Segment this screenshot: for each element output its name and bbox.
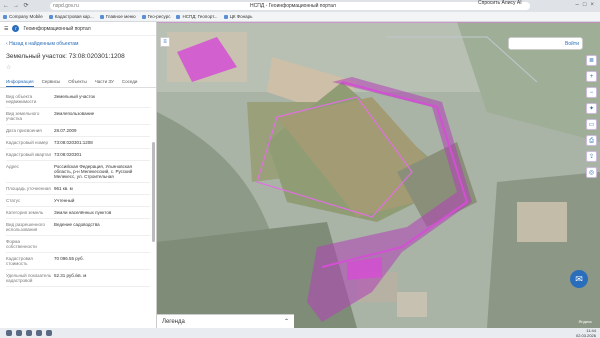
bookmark-icon — [99, 14, 104, 19]
bookmark-item[interactable]: Company Mobile — [3, 14, 43, 19]
bookmark-item[interactable]: Гео-ресурс — [141, 14, 170, 19]
bookmark-item[interactable]: Главное меню — [99, 14, 136, 19]
plus-icon[interactable]: + — [586, 71, 597, 82]
globe-icon[interactable]: ◎ — [586, 167, 597, 178]
panel-tabs: Информация Сервисы Объекты Части ЗУ Сосе… — [0, 79, 156, 88]
attribute-row: Площадь уточненная 961 кв. м — [6, 183, 150, 195]
alice-assistant-button[interactable]: Спросить Алису AI — [478, 0, 522, 6]
app-icon[interactable] — [46, 330, 52, 336]
minus-icon[interactable]: − — [586, 87, 597, 98]
search-box[interactable]: Войти — [508, 37, 583, 50]
bookmarks-bar: Company Mobile Кадастровая кар... Главно… — [0, 12, 600, 22]
address-bar[interactable]: nspd.gov.ru НСПД - Геоинформационный пор… — [50, 2, 530, 10]
bookmark-item[interactable]: ЦК Фонарь — [223, 14, 253, 19]
browser-tabbar: ← → ⟳ nspd.gov.ru НСПД - Геоинформационн… — [0, 0, 600, 12]
panel-header: ☰ Г Геоинформационный портал — [0, 22, 156, 36]
share-icon[interactable]: ⇪ — [586, 151, 597, 162]
attribute-row: Статус Учтенный — [6, 195, 150, 207]
clock-date: 02.03.2026 — [575, 333, 596, 338]
ruler-icon[interactable]: ▭ — [586, 119, 597, 130]
bookmark-icon — [48, 14, 53, 19]
bookmark-item[interactable]: Кадастровая кар... — [48, 14, 94, 19]
map-view[interactable]: ≡ Войти ≣ + − ✦ ▭ ⎙ ⇪ ◎ ✉ Легенда ⌃ Янде… — [157, 22, 600, 328]
satellite-imagery — [157, 22, 600, 328]
object-title: Земельный участок: 73:08:020301:1208 — [6, 53, 125, 60]
browser-page-title: НСПД - Геоинформационный портал — [250, 3, 336, 9]
legend-label: Легенда — [162, 318, 185, 325]
attribute-list: Вид объекта недвижимости Земельный участо… — [0, 88, 156, 290]
tab-neighbors[interactable]: Соседи — [122, 79, 138, 87]
portal-logo-icon: Г — [12, 25, 20, 32]
attribute-row: Категория земель Земли населённых пунктов — [6, 207, 150, 219]
chat-assistant-button[interactable]: ✉ — [570, 270, 588, 288]
window-controls[interactable]: –□× — [576, 2, 598, 8]
legend-bar[interactable]: Легенда ⌃ — [157, 314, 294, 328]
bookmark-icon — [223, 14, 228, 19]
map-toolbar: ≣ + − ✦ ▭ ⎙ ⇪ ◎ — [586, 55, 597, 178]
info-panel: ☰ Г Геоинформационный портал ‹ Назад к н… — [0, 22, 157, 328]
tab-info[interactable]: Информация — [6, 79, 34, 87]
attribute-row: Кадастровый номер 73:08:020301:1208 — [6, 137, 150, 149]
search-icon[interactable] — [16, 330, 22, 336]
compass-icon[interactable]: ✦ — [586, 103, 597, 114]
attribute-row: Форма собственности — [6, 236, 150, 253]
forward-icon[interactable]: → — [12, 2, 20, 10]
attribute-row: Вид земельного участка Землепользование — [6, 108, 150, 125]
attribute-row: Удельный показатель кадастровой 52.31 руб… — [6, 270, 150, 287]
bookmark-icon — [3, 14, 7, 19]
chevron-up-icon[interactable]: ⌃ — [284, 318, 289, 325]
print-icon[interactable]: ⎙ — [586, 135, 597, 146]
attribute-row: Адрес Российская Федерация, Ульяновская о… — [6, 161, 150, 183]
tab-objects[interactable]: Объекты — [68, 79, 87, 87]
menu-icon[interactable]: ☰ — [4, 26, 8, 32]
folder-icon[interactable] — [36, 330, 42, 336]
address-domain: nspd.gov.ru — [53, 3, 79, 9]
bookmark-icon — [141, 14, 146, 19]
login-button[interactable]: Войти — [565, 41, 579, 47]
attribute-row: Вид разрешенного использования Ведение са… — [6, 219, 150, 236]
map-attribution: Яндекс — [578, 319, 592, 324]
bookmark-icon — [176, 14, 181, 19]
bookmark-item[interactable]: НСПД: Геопорт... — [176, 14, 218, 19]
system-tray: 11:44 02.03.2026 — [576, 328, 596, 338]
taskbar: 11:44 02.03.2026 — [0, 328, 600, 338]
back-icon[interactable]: ← — [2, 2, 10, 10]
attribute-row: Дата присвоения 28.07.2009 — [6, 125, 150, 137]
panel-scrollbar[interactable] — [152, 142, 155, 242]
map-menu-button[interactable]: ≡ — [160, 37, 170, 47]
favorite-star-icon[interactable]: ☆ — [0, 60, 156, 71]
attribute-row: Вид объекта недвижимости Земельный участо… — [6, 91, 150, 108]
back-to-results-link[interactable]: ‹ Назад к найденным объектам — [0, 36, 156, 47]
reload-icon[interactable]: ⟳ — [22, 2, 30, 10]
layers-icon[interactable]: ≣ — [586, 55, 597, 66]
tab-services[interactable]: Сервисы — [42, 79, 61, 87]
start-icon[interactable] — [6, 330, 12, 336]
browser-icon[interactable] — [26, 330, 32, 336]
attribute-row: Кадастровая стоимость 70 096.55 руб. — [6, 253, 150, 270]
tab-parts[interactable]: Части ЗУ — [95, 79, 114, 87]
portal-name: Геоинформационный портал — [23, 25, 91, 32]
attribute-row: Кадастровый квартал 73:08:020301 — [6, 149, 150, 161]
